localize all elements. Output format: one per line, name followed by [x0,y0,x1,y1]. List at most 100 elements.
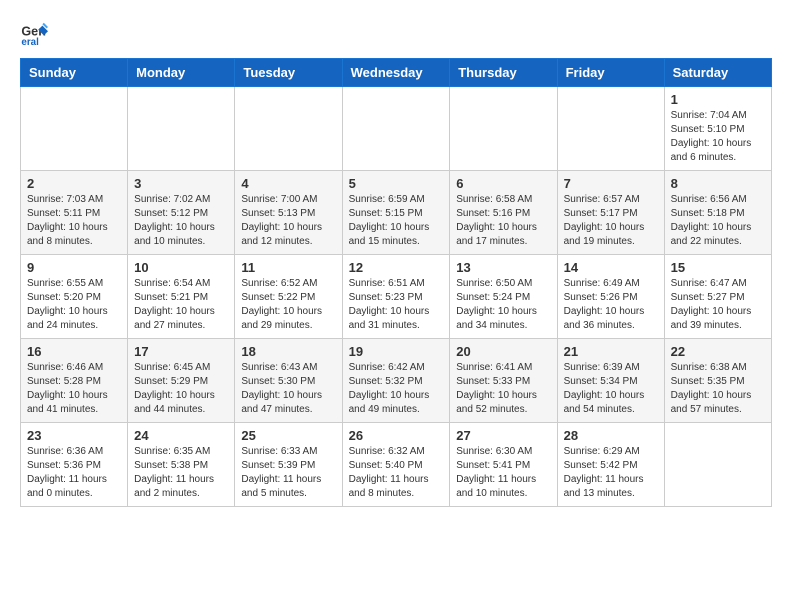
calendar-day-cell: 5 Sunrise: 6:59 AM Sunset: 5:15 PM Daylig… [342,171,450,255]
day-info: Sunrise: 6:35 AM Sunset: 5:38 PM Dayligh… [134,445,228,501]
calendar-day-cell: 13 Sunrise: 6:50 AM Sunset: 5:24 PM Dayli… [450,255,557,339]
calendar-empty-cell [664,423,771,507]
calendar-week-row: 16 Sunrise: 6:46 AM Sunset: 5:28 PM Dayli… [21,339,772,423]
calendar-empty-cell [128,87,235,171]
day-number: 23 [27,428,121,443]
day-number: 27 [456,428,550,443]
calendar-day-cell: 4 Sunrise: 7:00 AM Sunset: 5:13 PM Daylig… [235,171,342,255]
weekday-header-monday: Monday [128,59,235,87]
day-info: Sunrise: 6:42 AM Sunset: 5:32 PM Dayligh… [349,361,444,417]
day-info: Sunrise: 6:33 AM Sunset: 5:39 PM Dayligh… [241,445,335,501]
day-info: Sunrise: 7:00 AM Sunset: 5:13 PM Dayligh… [241,193,335,249]
day-info: Sunrise: 6:32 AM Sunset: 5:40 PM Dayligh… [349,445,444,501]
day-number: 17 [134,344,228,359]
day-number: 1 [671,92,765,107]
logo-icon: Gen eral [20,20,48,48]
page-header: Gen eral [20,20,772,48]
calendar-table: SundayMondayTuesdayWednesdayThursdayFrid… [20,58,772,507]
calendar-day-cell: 17 Sunrise: 6:45 AM Sunset: 5:29 PM Dayli… [128,339,235,423]
day-info: Sunrise: 7:02 AM Sunset: 5:12 PM Dayligh… [134,193,228,249]
calendar-day-cell: 24 Sunrise: 6:35 AM Sunset: 5:38 PM Dayli… [128,423,235,507]
calendar-day-cell: 28 Sunrise: 6:29 AM Sunset: 5:42 PM Dayli… [557,423,664,507]
day-number: 7 [564,176,658,191]
day-number: 13 [456,260,550,275]
day-number: 24 [134,428,228,443]
day-info: Sunrise: 6:45 AM Sunset: 5:29 PM Dayligh… [134,361,228,417]
day-info: Sunrise: 6:43 AM Sunset: 5:30 PM Dayligh… [241,361,335,417]
calendar-day-cell: 7 Sunrise: 6:57 AM Sunset: 5:17 PM Daylig… [557,171,664,255]
day-info: Sunrise: 7:03 AM Sunset: 5:11 PM Dayligh… [27,193,121,249]
calendar-day-cell: 22 Sunrise: 6:38 AM Sunset: 5:35 PM Dayli… [664,339,771,423]
calendar-day-cell: 1 Sunrise: 7:04 AM Sunset: 5:10 PM Daylig… [664,87,771,171]
day-number: 19 [349,344,444,359]
day-number: 14 [564,260,658,275]
calendar-day-cell: 3 Sunrise: 7:02 AM Sunset: 5:12 PM Daylig… [128,171,235,255]
calendar-day-cell: 12Sunrise: 6:51 AM Sunset: 5:23 PM Dayli… [342,255,450,339]
calendar-week-row: 23 Sunrise: 6:36 AM Sunset: 5:36 PM Dayli… [21,423,772,507]
calendar-empty-cell [235,87,342,171]
day-info: Sunrise: 6:54 AM Sunset: 5:21 PM Dayligh… [134,277,228,333]
day-number: 11 [241,260,335,275]
calendar-week-row: 1 Sunrise: 7:04 AM Sunset: 5:10 PM Daylig… [21,87,772,171]
calendar-day-cell: 11 Sunrise: 6:52 AM Sunset: 5:22 PM Dayli… [235,255,342,339]
logo: Gen eral [20,20,52,48]
day-number: 28 [564,428,658,443]
day-number: 26 [349,428,444,443]
calendar-day-cell: 14 Sunrise: 6:49 AM Sunset: 5:26 PM Dayli… [557,255,664,339]
calendar-day-cell: 21 Sunrise: 6:39 AM Sunset: 5:34 PM Dayli… [557,339,664,423]
calendar-day-cell: 20 Sunrise: 6:41 AM Sunset: 5:33 PM Dayli… [450,339,557,423]
day-info: Sunrise: 6:39 AM Sunset: 5:34 PM Dayligh… [564,361,658,417]
weekday-header-friday: Friday [557,59,664,87]
calendar-day-cell: 26 Sunrise: 6:32 AM Sunset: 5:40 PM Dayli… [342,423,450,507]
calendar-day-cell: 10 Sunrise: 6:54 AM Sunset: 5:21 PM Dayli… [128,255,235,339]
day-info: Sunrise: 6:52 AM Sunset: 5:22 PM Dayligh… [241,277,335,333]
day-info: Sunrise: 6:30 AM Sunset: 5:41 PM Dayligh… [456,445,550,501]
day-number: 6 [456,176,550,191]
calendar-empty-cell [557,87,664,171]
calendar-day-cell: 6 Sunrise: 6:58 AM Sunset: 5:16 PM Daylig… [450,171,557,255]
calendar-day-cell: 23 Sunrise: 6:36 AM Sunset: 5:36 PM Dayli… [21,423,128,507]
day-info: Sunrise: 6:58 AM Sunset: 5:16 PM Dayligh… [456,193,550,249]
day-number: 15 [671,260,765,275]
day-number: 4 [241,176,335,191]
day-number: 8 [671,176,765,191]
day-info: Sunrise: 6:29 AM Sunset: 5:42 PM Dayligh… [564,445,658,501]
day-number: 22 [671,344,765,359]
day-info: Sunrise: 6:56 AM Sunset: 5:18 PM Dayligh… [671,193,765,249]
calendar-day-cell: 19 Sunrise: 6:42 AM Sunset: 5:32 PM Dayli… [342,339,450,423]
day-number: 20 [456,344,550,359]
day-number: 16 [27,344,121,359]
calendar-empty-cell [450,87,557,171]
calendar-day-cell: 9Sunrise: 6:55 AM Sunset: 5:20 PM Daylig… [21,255,128,339]
day-info: Sunrise: 7:04 AM Sunset: 5:10 PM Dayligh… [671,109,765,165]
weekday-header-saturday: Saturday [664,59,771,87]
day-number: 25 [241,428,335,443]
day-number: 3 [134,176,228,191]
day-number: 10 [134,260,228,275]
day-info: Sunrise: 6:49 AM Sunset: 5:26 PM Dayligh… [564,277,658,333]
calendar-header-row: SundayMondayTuesdayWednesdayThursdayFrid… [21,59,772,87]
calendar-day-cell: 27 Sunrise: 6:30 AM Sunset: 5:41 PM Dayli… [450,423,557,507]
weekday-header-wednesday: Wednesday [342,59,450,87]
calendar-day-cell: 15 Sunrise: 6:47 AM Sunset: 5:27 PM Dayli… [664,255,771,339]
day-info: Sunrise: 6:38 AM Sunset: 5:35 PM Dayligh… [671,361,765,417]
day-info: Sunrise: 6:57 AM Sunset: 5:17 PM Dayligh… [564,193,658,249]
day-info: Sunrise: 6:59 AM Sunset: 5:15 PM Dayligh… [349,193,444,249]
day-info: Sunrise: 6:46 AM Sunset: 5:28 PM Dayligh… [27,361,121,417]
calendar-week-row: 9Sunrise: 6:55 AM Sunset: 5:20 PM Daylig… [21,255,772,339]
weekday-header-sunday: Sunday [21,59,128,87]
day-number: 5 [349,176,444,191]
svg-text:eral: eral [21,37,39,48]
weekday-header-thursday: Thursday [450,59,557,87]
day-info: Sunrise: 6:55 AM Sunset: 5:20 PM Dayligh… [27,277,121,333]
day-number: 18 [241,344,335,359]
day-info: Sunrise: 6:51 AM Sunset: 5:23 PM Dayligh… [349,277,444,333]
calendar-day-cell: 18 Sunrise: 6:43 AM Sunset: 5:30 PM Dayli… [235,339,342,423]
calendar-day-cell: 8 Sunrise: 6:56 AM Sunset: 5:18 PM Daylig… [664,171,771,255]
day-info: Sunrise: 6:50 AM Sunset: 5:24 PM Dayligh… [456,277,550,333]
day-info: Sunrise: 6:47 AM Sunset: 5:27 PM Dayligh… [671,277,765,333]
day-info: Sunrise: 6:36 AM Sunset: 5:36 PM Dayligh… [27,445,121,501]
weekday-header-tuesday: Tuesday [235,59,342,87]
day-info: Sunrise: 6:41 AM Sunset: 5:33 PM Dayligh… [456,361,550,417]
day-number: 21 [564,344,658,359]
